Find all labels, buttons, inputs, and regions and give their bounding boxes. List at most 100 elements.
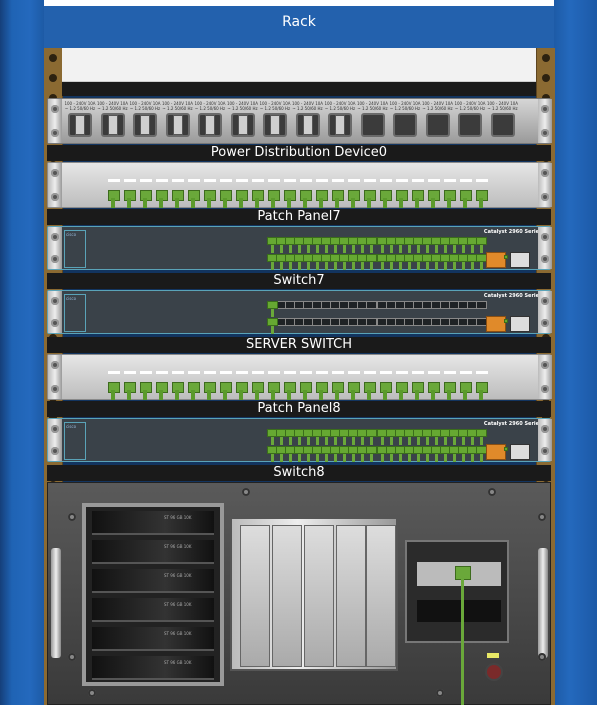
uplink-port-icon[interactable]: [486, 444, 506, 460]
switch-7[interactable]: cisco Catalyst 2960 Series Switch7: [47, 226, 552, 290]
switch-8-chassis[interactable]: cisco Catalyst 2960 Series: [47, 418, 552, 462]
expansion-slot[interactable]: [417, 600, 501, 622]
outlet-spec: 100 - 240V 10A ~ 1.2 50/60 Hz: [356, 101, 389, 111]
power-outlet-icon[interactable]: 100 - 240V 10A ~ 1.2 50/60 Hz: [422, 101, 453, 141]
power-outlet-icon[interactable]: 100 - 240V 10A ~ 1.2 50/60 Hz: [64, 101, 96, 141]
power-outlet-icon[interactable]: 100 - 240V 10A ~ 1.2 50/60 Hz: [194, 101, 226, 141]
power-outlet-icon[interactable]: 100 - 240V 10A ~ 1.2 50/60 Hz: [487, 101, 518, 141]
port-label: [188, 179, 200, 182]
uplink-port-icon[interactable]: [486, 316, 506, 332]
drive-label: ST 96 GB 10K: [164, 515, 192, 520]
patch-cable: [287, 390, 291, 400]
screw-icon: [51, 361, 59, 369]
mount-ear: [48, 227, 62, 269]
power-button-icon[interactable]: [485, 663, 503, 681]
power-outlet-icon[interactable]: 100 - 240V 10A ~ 1.2 50/60 Hz: [389, 101, 421, 141]
network-module[interactable]: [405, 540, 509, 643]
patch-cable: [383, 390, 387, 400]
network-cable: [381, 245, 384, 253]
patch-panel-7-chassis[interactable]: [47, 162, 552, 208]
port-label: [124, 371, 136, 374]
power-outlet-icon[interactable]: 100 - 240V 10A ~ 1.2 50/60 Hz: [357, 101, 388, 141]
ethernet-port-icon[interactable]: [476, 429, 487, 437]
switch-brand: Catalyst 2960 Series: [483, 229, 542, 235]
hard-drive[interactable]: ST 96 GB 10K: [92, 511, 214, 535]
screw-icon: [541, 193, 549, 201]
network-cable: [471, 262, 474, 270]
hard-drive[interactable]: ST 96 GB 10K: [92, 540, 214, 564]
patch-cable: [255, 390, 259, 400]
screw-icon: [541, 233, 549, 241]
status-led: [487, 653, 499, 658]
port-label: [412, 179, 424, 182]
port-label: [124, 179, 136, 182]
port-label: [156, 179, 168, 182]
network-cable: [271, 454, 274, 462]
hard-drive[interactable]: ST 96 GB 10K: [92, 656, 214, 680]
hard-drive[interactable]: ST 96 GB 10K: [92, 598, 214, 622]
ethernet-port-icon[interactable]: [366, 237, 377, 245]
patch-panel-7[interactable]: Patch Panel7: [47, 162, 552, 226]
power-outlet-icon[interactable]: 100 - 240V 10A ~ 1.2 50/60 Hz: [129, 101, 161, 141]
port-label: [300, 371, 312, 374]
patch-panel-8[interactable]: Patch Panel8: [47, 354, 552, 418]
ethernet-port-icon[interactable]: [366, 318, 377, 326]
ethernet-port-icon[interactable]: [366, 254, 377, 262]
port-label: [236, 371, 248, 374]
ethernet-port-icon[interactable]: [366, 429, 377, 437]
network-cable: [307, 262, 310, 270]
drive-label: ST 96 GB 10K: [164, 602, 192, 607]
pdu-device[interactable]: 100 - 240V 10A ~ 1.2 50/60 Hz 100 - 240V …: [47, 98, 552, 162]
server-switch[interactable]: cisco Catalyst 2960 Series SERVER SWITCH: [47, 290, 552, 354]
server-chassis[interactable]: ST 96 GB 10K ST 96 GB 10K ST 96 GB 10K ST 9…: [47, 482, 551, 705]
server-switch-chassis[interactable]: cisco Catalyst 2960 Series: [47, 290, 552, 334]
switch-7-chassis[interactable]: cisco Catalyst 2960 Series: [47, 226, 552, 270]
network-cable: [271, 326, 274, 334]
patch-cable: [479, 390, 483, 400]
ethernet-port-icon[interactable]: [476, 301, 487, 309]
status-led: [504, 255, 508, 259]
network-cable: [334, 454, 337, 462]
port-label: [220, 371, 232, 374]
server-handle-left[interactable]: [51, 548, 61, 658]
power-outlet-icon[interactable]: 100 - 240V 10A ~ 1.2 50/60 Hz: [324, 101, 356, 141]
power-outlet-icon[interactable]: 100 - 240V 10A ~ 1.2 50/60 Hz: [454, 101, 486, 141]
power-outlet-icon[interactable]: 100 - 240V 10A ~ 1.2 50/60 Hz: [292, 101, 323, 141]
network-cable: [444, 245, 447, 253]
network-cable: [343, 437, 346, 445]
network-cable[interactable]: [461, 575, 464, 705]
hard-drive[interactable]: ST 96 GB 10K: [92, 627, 214, 651]
outlet-spec: 100 - 240V 10A ~ 1.2 50/60 Hz: [291, 101, 324, 111]
patch-cable: [111, 198, 115, 208]
screw-icon: [51, 169, 59, 177]
ethernet-port-icon[interactable]: [267, 318, 278, 326]
uplink-port-icon[interactable]: [510, 252, 530, 268]
uplink-port-icon[interactable]: [486, 252, 506, 268]
ethernet-port-icon[interactable]: [476, 237, 487, 245]
network-cable: [471, 437, 474, 445]
switch-8[interactable]: cisco Catalyst 2960 Series Switch8: [47, 418, 552, 482]
power-outlet-icon[interactable]: 100 - 240V 10A ~ 1.2 50/60 Hz: [259, 101, 291, 141]
power-outlet-icon[interactable]: 100 - 240V 10A ~ 1.2 50/60 Hz: [97, 101, 128, 141]
patch-panel-8-chassis[interactable]: [47, 354, 552, 400]
power-outlet-icon[interactable]: 100 - 240V 10A ~ 1.2 50/60 Hz: [162, 101, 193, 141]
uplink-port-icon[interactable]: [510, 444, 530, 460]
rail-hole: [49, 54, 57, 62]
psu-slot: [336, 525, 366, 667]
network-cable: [289, 437, 292, 445]
blank-panel: [62, 48, 536, 83]
power-outlet-icon[interactable]: 100 - 240V 10A ~ 1.2 50/60 Hz: [227, 101, 258, 141]
patch-cable: [239, 390, 243, 400]
network-cable: [453, 437, 456, 445]
network-cable: [408, 245, 411, 253]
uplink-port-icon[interactable]: [510, 316, 530, 332]
server-handle-right[interactable]: [538, 548, 548, 658]
ethernet-port-icon[interactable]: [267, 301, 278, 309]
ethernet-port-icon[interactable]: [366, 301, 377, 309]
hard-drive[interactable]: ST 96 GB 10K: [92, 569, 214, 593]
pdu-chassis[interactable]: 100 - 240V 10A ~ 1.2 50/60 Hz 100 - 240V …: [47, 98, 552, 144]
psu-module[interactable]: [230, 517, 398, 671]
patch-cable: [479, 198, 483, 208]
ethernet-port-icon[interactable]: [366, 446, 377, 454]
pdu-label: Power Distribution Device0: [47, 145, 551, 161]
